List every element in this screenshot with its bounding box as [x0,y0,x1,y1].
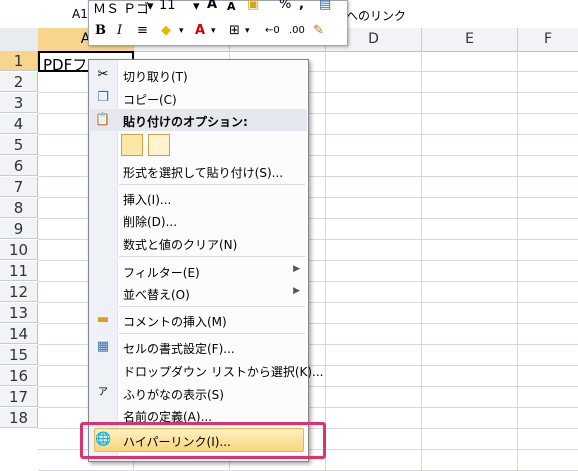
menu-item-insert-comment-label: コメントの挿入(M) [123,315,227,329]
paste-options-header: 📋 貼り付けのオプション: [90,109,307,131]
menu-item-copy[interactable]: ❐ コピー(C) [89,87,308,109]
menu-item-clear-contents-label: 数式と値のクリア(N) [123,238,238,252]
formula-text[interactable]: へのリンク [346,7,406,24]
menu-item-sort-label: 並べ替え(O) [123,288,190,302]
paste-icon[interactable] [121,134,143,156]
row-header-8[interactable]: 8 [0,198,38,218]
name-box-value: A1 [72,7,88,21]
mini-toolbar: ＭＳ Ｐゴ ▾ 11 ▾ A A ▣ % , ▤ B I ≡ ◆ ▾ A ▾ ⊞… [88,0,348,46]
borders-dropdown-icon[interactable]: ▾ [245,23,250,39]
row-header-18[interactable]: 18 [0,408,38,428]
font-color-dropdown-icon[interactable]: ▾ [211,23,216,39]
annotation-highlight-box [80,422,326,459]
menu-separator [119,333,305,334]
menu-item-delete-label: 削除(D)... [123,215,178,229]
percent-style-button[interactable]: % [279,0,291,13]
format-painter-table-icon[interactable]: ▤ [319,0,331,13]
menu-item-pick-from-list[interactable]: ドロップダウン リストから選択(K)... [89,359,324,381]
row-header-3[interactable]: 3 [0,93,38,113]
format-painter-icon[interactable]: ✎ [313,23,324,39]
submenu-arrow-icon: ▶ [293,286,300,296]
menu-item-format-cells-label: セルの書式設定(F)... [123,342,235,356]
row-header-6[interactable]: 6 [0,156,38,176]
row-header-10[interactable]: 10 [0,240,38,260]
row-header-4[interactable]: 4 [0,114,38,134]
font-size-dropdown-arrow-icon[interactable]: ▾ [193,0,200,15]
menu-item-cut[interactable]: ✂ 切り取り(T) [89,64,308,86]
menu-item-paste-special[interactable]: 形式を選択して貼り付け(S)... [89,160,308,182]
menu-separator [119,306,305,307]
cell-a1-value: PDFフ [43,56,88,74]
menu-separator [119,256,305,257]
menu-item-format-cells[interactable]: ▦ セルの書式設定(F)... [89,336,308,358]
row-header-1[interactable]: 1 [0,51,38,71]
row-header-16[interactable]: 16 [0,366,38,386]
menu-separator [119,184,305,185]
number-format-icon[interactable]: ▣ [247,0,259,13]
decrease-decimal-icon[interactable]: .00 [289,23,305,39]
menu-item-clear-contents[interactable]: 数式と値のクリア(N) [89,232,308,254]
menu-item-filter-label: フィルター(E) [123,266,200,280]
comma-style-button[interactable]: , [299,0,304,13]
row-header-13[interactable]: 13 [0,303,38,323]
submenu-arrow-icon: ▶ [293,264,300,274]
select-all-corner[interactable] [0,28,39,51]
column-header-f[interactable]: F [518,28,578,51]
menu-item-paste-special-label: 形式を選択して貼り付け(S)... [123,166,284,180]
menu-item-show-phonetic-label: ふりがなの表示(S) [123,388,224,402]
font-color-icon[interactable]: A [195,23,205,39]
scissors-icon: ✂ [97,67,109,82]
context-menu: ✂ 切り取り(T) ❐ コピー(C) 📋 貼り付けのオプション: 形式を選択して… [88,59,324,462]
row-header-7[interactable]: 7 [0,177,38,197]
increase-decimal-icon[interactable]: ←0 [265,23,280,39]
menu-item-sort[interactable]: 並べ替え(O) ▶ [89,282,308,304]
menu-item-delete[interactable]: 削除(D)... [89,209,308,231]
row-header-11[interactable]: 11 [0,261,38,281]
row-header-9[interactable]: 9 [0,219,38,239]
row-header-15[interactable]: 15 [0,345,38,365]
bold-button[interactable]: B [95,23,106,39]
row-header-14[interactable]: 14 [0,324,38,344]
menu-item-insert-comment[interactable]: ▬ コメントの挿入(M) [89,309,308,331]
phonetic-icon: ア [98,387,108,398]
fill-color-dropdown-icon[interactable]: ▾ [179,23,184,39]
fill-color-icon[interactable]: ◆ [161,23,171,39]
paste-options-label: 貼り付けのオプション: [123,115,248,129]
italic-button[interactable]: I [117,23,122,39]
menu-item-show-phonetic[interactable]: ア ふりがなの表示(S) [89,382,308,404]
font-name-box[interactable]: ＭＳ Ｐゴ [93,0,149,17]
column-header-e[interactable]: E [422,28,518,51]
row-header-2[interactable]: 2 [0,72,38,92]
copy-icon: ❐ [97,90,109,105]
name-box[interactable]: A1 [0,4,95,24]
menu-item-copy-label: コピー(C) [123,93,177,107]
menu-item-filter[interactable]: フィルター(E) ▶ [89,260,308,282]
row-header-5[interactable]: 5 [0,135,38,155]
menu-item-cut-label: 切り取り(T) [123,70,188,84]
paste-values-icon[interactable] [148,134,170,156]
shrink-font-icon[interactable]: A [227,0,236,15]
row-header-12[interactable]: 12 [0,282,38,302]
menu-item-pick-from-list-label: ドロップダウン リストから選択(K)... [123,365,324,379]
menu-item-insert[interactable]: 挿入(I)... [89,187,308,209]
menu-item-insert-label: 挿入(I)... [123,193,172,207]
grow-font-icon[interactable]: A [207,0,217,13]
clipboard-icon: 📋 [95,112,110,126]
borders-icon[interactable]: ⊞ [229,23,240,39]
format-cells-icon: ▦ [96,339,110,354]
comment-icon: ▬ [96,312,110,327]
row-header-17[interactable]: 17 [0,387,38,407]
font-size-box[interactable]: 11 [159,0,176,13]
font-dropdown-arrow-icon[interactable]: ▾ [147,0,154,15]
align-center-icon[interactable]: ≡ [137,23,148,39]
